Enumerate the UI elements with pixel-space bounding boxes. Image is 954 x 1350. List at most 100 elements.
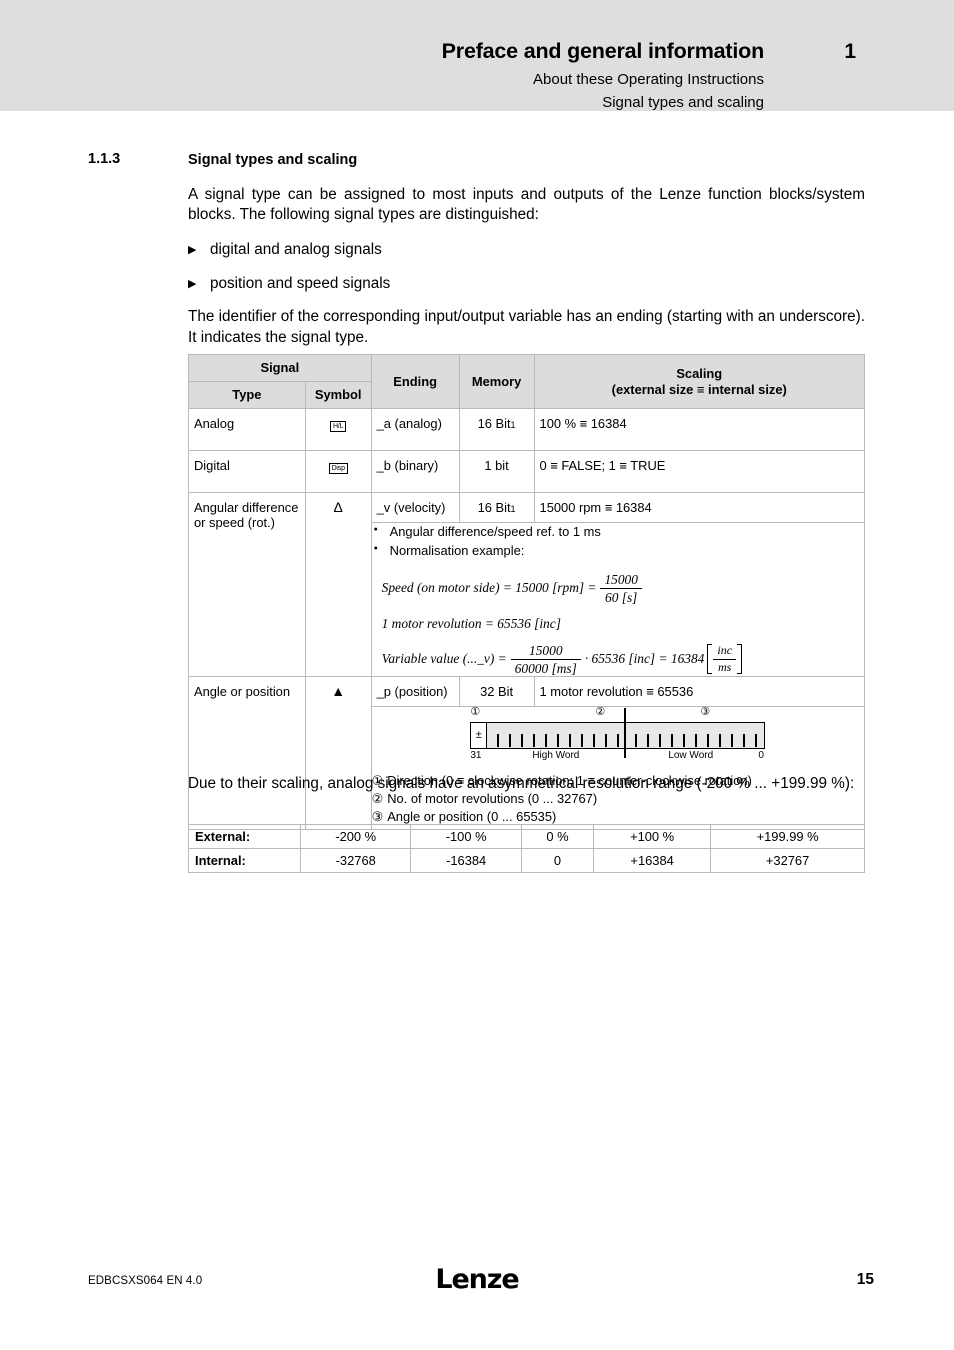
fraction-numerator: inc: [717, 643, 733, 658]
row-label-external: External:: [188, 824, 301, 849]
bit-layout-diagram: ① ② ③ ± 31 High Word Low Word 0: [470, 705, 766, 763]
filled-triangle-icon: ▲: [331, 682, 346, 699]
footer-document-id: EDBCSXS064 EN 4.0: [88, 1275, 203, 1287]
cell-ending-analog: _a (analog): [370, 408, 460, 452]
table-header-row-top: Signal Ending Memory Scaling (external s…: [188, 353, 866, 410]
column-header-scaling-line1: Scaling: [676, 365, 723, 381]
list-item: ▶ digital and analog signals: [188, 240, 865, 260]
column-header-ending: Ending: [370, 353, 460, 410]
row-label-internal: Internal:: [188, 848, 301, 873]
diagram-marker-1: ①: [470, 705, 481, 718]
cell-symbol-angular: Δ: [304, 492, 372, 677]
lenze-logo: Lenze: [435, 1264, 519, 1295]
cell-memory-position: 32 Bit: [458, 675, 535, 707]
header-subtitle-secondary: Signal types and scaling: [602, 93, 764, 111]
signal-types-table: Signal Ending Memory Scaling (external s…: [188, 353, 866, 830]
triangle-bullet-icon: ▶: [188, 243, 197, 256]
intro-text-block: A signal type can be assigned to most in…: [188, 185, 865, 348]
cell-ending-angular: _v (velocity): [370, 492, 460, 524]
table-row: Angle or position ▲ _p (position) 32 Bit…: [188, 675, 866, 830]
formula-motor-revolution: 1 motor revolution = 65536 [inc]: [372, 616, 864, 632]
bit-axis-labels: 31 High Word Low Word 0: [470, 749, 765, 763]
low-word-label: Low Word: [668, 749, 714, 761]
section-title: Signal types and scaling: [188, 152, 358, 168]
bit-index-low: 0: [758, 749, 764, 761]
cell-memory-analog: 16 Bit1: [458, 408, 535, 452]
table-body: External: -200 % -100 % 0 % +100 % +199.…: [188, 824, 865, 873]
legend-text-3: Angle or position (0 ... 65535): [387, 809, 557, 825]
hl-symbol-icon: H/L: [330, 420, 347, 433]
signal-type-bullet-list: ▶ digital and analog signals ▶ position …: [188, 240, 865, 294]
table-body: Analog H/L _a (analog) 16 Bit1 100 % ≡ 1…: [188, 408, 866, 830]
column-header-scaling: Scaling (external size ≡ internal size): [533, 353, 866, 410]
formula-speed-motor-side: Speed (on motor side) = 15000 [rpm] = 15…: [372, 572, 864, 605]
list-item: Angular difference/speed ref. to 1 ms: [372, 523, 864, 542]
cell-scaling-position: 1 motor revolution ≡ 65536: [533, 675, 866, 707]
cell-internal-1: -16384: [410, 848, 522, 873]
table-row: Internal: -32768 -16384 0 +16384 +32767: [188, 848, 865, 873]
cell-type-digital: Digital: [188, 450, 306, 494]
column-header-signal: Signal: [188, 353, 372, 383]
column-header-type: Type: [188, 381, 306, 410]
header-chapter-number: 1: [844, 40, 856, 63]
cell-external-1: -100 %: [410, 824, 522, 849]
diagram-marker-3: ③: [700, 705, 711, 718]
legend-marker-3: ③: [371, 809, 384, 825]
cell-ending-digital: _b (binary): [370, 450, 460, 494]
cell-ending-position: _p (position): [370, 675, 460, 707]
page-footer: EDBCSXS064 EN 4.0 Lenze 15: [0, 1262, 954, 1312]
intro-paragraph-1: A signal type can be assigned to most in…: [188, 186, 865, 224]
memory-value: 16 Bit: [477, 500, 511, 516]
list-item-label: position and speed signals: [210, 274, 391, 292]
table-row: Angular difference or speed (rot.) Δ _v …: [188, 492, 866, 677]
table-row: External: -200 % -100 % 0 % +100 % +199.…: [188, 824, 865, 849]
cell-symbol-analog: H/L: [304, 408, 372, 452]
bracket-group: inc ms: [707, 643, 743, 675]
memory-footnote-marker: 1: [510, 504, 516, 515]
footer-page-number: 15: [856, 1271, 874, 1288]
bit-field-bar: ±: [470, 707, 766, 758]
triangle-bullet-icon: ▶: [188, 277, 197, 290]
cell-internal-3: +16384: [593, 848, 712, 873]
closing-text-block: Due to their scaling, analog signals hav…: [188, 774, 865, 794]
bracket-right-icon: [737, 644, 743, 675]
table-row: Analog H/L _a (analog) 16 Bit1 100 % ≡ 1…: [188, 408, 866, 452]
cell-symbol-digital: Disp: [304, 450, 372, 494]
bit-index-high: 31: [470, 749, 482, 761]
velocity-detail-block: Angular difference/speed ref. to 1 ms No…: [370, 522, 866, 677]
external-internal-scaling-table: External: -200 % -100 % 0 % +100 % +199.…: [188, 824, 865, 873]
header-text-block: Preface and general information About th…: [441, 36, 765, 113]
section-heading: 1.1.3 Signal types and scaling: [88, 151, 878, 169]
formula-text: 1 motor revolution = 65536 [inc]: [381, 615, 561, 631]
sign-bit-box: ±: [471, 722, 488, 748]
cell-internal-2: 0: [520, 848, 595, 873]
formula-lhs: Variable value (..._v) =: [381, 651, 507, 667]
fraction: 15000 60 [s]: [600, 571, 642, 605]
section-number: 1.1.3: [88, 151, 121, 167]
cell-memory-digital: 1 bit: [458, 450, 535, 494]
cell-external-4: +199.99 %: [710, 824, 865, 849]
cell-scaling-angular: 15000 rpm ≡ 16384: [533, 492, 866, 524]
header-title: Preface and general information: [441, 39, 765, 63]
fraction-denominator: ms: [713, 658, 737, 674]
fraction-denominator: 60000 [ms]: [510, 658, 581, 676]
fraction-denominator: 60 [s]: [600, 587, 642, 605]
cell-type-analog: Analog: [188, 408, 306, 452]
cell-scaling-analog: 100 % ≡ 16384: [533, 408, 866, 452]
bracket-left-icon: [707, 644, 713, 675]
fraction-numerator: 15000: [604, 571, 638, 587]
table-row: Digital Disp _b (binary) 1 bit 0 ≡ FALSE…: [188, 450, 866, 494]
position-detail-block: ① ② ③ ± 31 High Word Low Word 0 ① Direct…: [370, 705, 866, 830]
cell-type-angular: Angular difference or speed (rot.): [188, 492, 306, 677]
header-subtitle-primary: About these Operating Instructions: [533, 70, 764, 88]
list-item-label: digital and analog signals: [210, 240, 382, 258]
formula-middle: · 65536 [inc] = 16384: [584, 651, 705, 667]
cell-internal-4: +32767: [710, 848, 865, 873]
memory-footnote-marker: 1: [510, 420, 516, 431]
table-header: Signal Ending Memory Scaling (external s…: [188, 353, 866, 410]
list-item: ▶ position and speed signals: [188, 274, 865, 294]
formula-variable-value: Variable value (..._v) = 15000 60000 [ms…: [372, 643, 864, 676]
diagram-marker-2: ②: [595, 705, 606, 718]
closing-paragraph: Due to their scaling, analog signals hav…: [188, 775, 855, 792]
fraction-unit: inc ms: [713, 643, 737, 674]
